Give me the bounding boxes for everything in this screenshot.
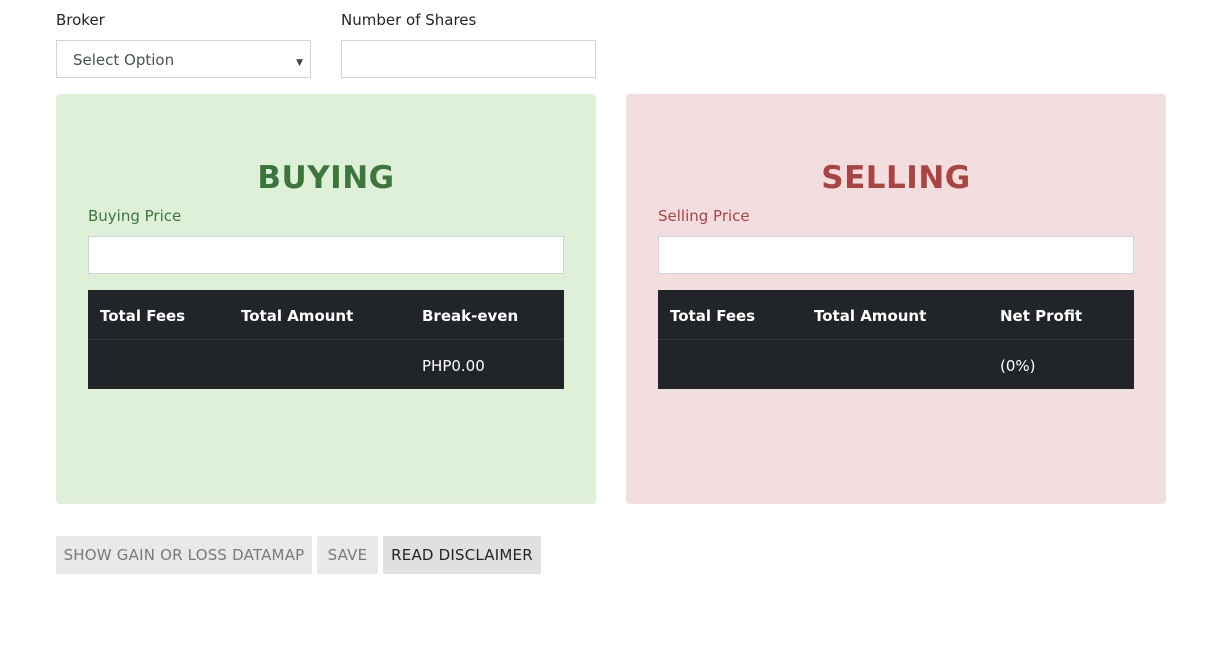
shares-label: Number of Shares [341, 11, 477, 29]
broker-label: Broker [56, 11, 105, 29]
selling-title: SELLING [821, 160, 971, 196]
header-break-even: Break-even [422, 307, 519, 325]
broker-select-value: Select Option [73, 51, 175, 69]
broker-select[interactable]: Select Option ▼ [56, 40, 311, 78]
buying-title: BUYING [257, 160, 395, 196]
save-button[interactable]: SAVE [317, 536, 378, 574]
header-total-fees: Total Fees [100, 307, 186, 325]
selling-price-label: Selling Price [658, 207, 750, 225]
buying-results-table: Total Fees Total Amount Break-even PHP0.… [88, 290, 564, 389]
buying-panel: BUYING Buying Price Total Fees Total Amo… [56, 94, 596, 504]
shares-input[interactable] [341, 40, 596, 78]
selling-price-input[interactable] [658, 236, 1134, 274]
buying-price-input[interactable] [88, 236, 564, 274]
header-total-amount: Total Amount [814, 307, 927, 325]
selling-results-table: Total Fees Total Amount Net Profit (0%) [658, 290, 1134, 389]
read-disclaimer-button[interactable]: READ DISCLAIMER [383, 536, 541, 574]
chevron-down-icon: ▼ [296, 58, 303, 68]
show-datamap-button[interactable]: SHOW GAIN OR LOSS DATAMAP [56, 536, 312, 574]
header-net-profit: Net Profit [1000, 307, 1083, 325]
header-total-amount: Total Amount [241, 307, 354, 325]
header-total-fees: Total Fees [670, 307, 756, 325]
cell-net-profit: (0%) [1000, 357, 1036, 375]
selling-panel: SELLING Selling Price Total Fees Total A… [626, 94, 1166, 504]
cell-break-even: PHP0.00 [422, 357, 485, 375]
buying-price-label: Buying Price [88, 207, 182, 225]
